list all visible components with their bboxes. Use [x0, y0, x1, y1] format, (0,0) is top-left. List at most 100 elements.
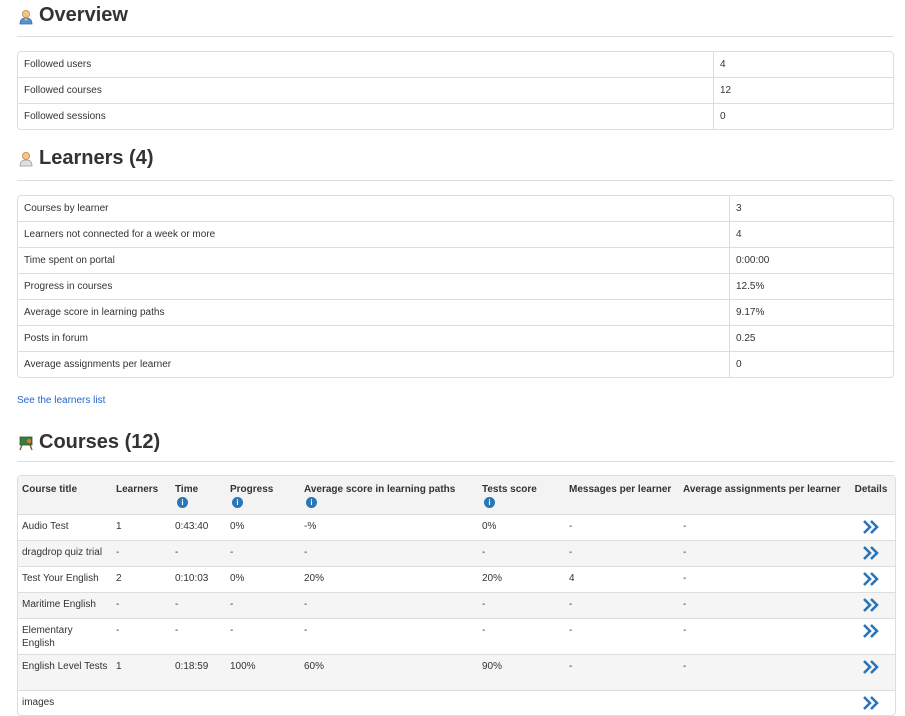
- double-chevron-right-icon[interactable]: [862, 519, 880, 535]
- learners-count: 1: [112, 654, 171, 690]
- info-icon[interactable]: i: [306, 497, 317, 508]
- overview-title: Overview: [39, 4, 128, 26]
- messages-header: Messages per learner: [565, 476, 679, 515]
- time-header: Time i: [171, 476, 226, 515]
- time-spent: 0:43:40: [175, 521, 209, 532]
- user-icon: [18, 9, 34, 25]
- stat-label: Average assignments per learner: [18, 351, 729, 377]
- tests-score: 20%: [478, 566, 565, 592]
- learners-count: 2: [112, 566, 171, 592]
- stat-value: 0: [729, 351, 893, 377]
- stat-label: Average score in learning paths: [18, 299, 729, 325]
- user-icon: [18, 151, 34, 167]
- stat-row: Courses by learner 3: [18, 196, 893, 221]
- double-chevron-right-icon[interactable]: [862, 623, 880, 639]
- avg-score: -: [300, 618, 478, 654]
- column-header-label: Progress: [230, 484, 274, 495]
- progress: -: [226, 592, 300, 618]
- info-icon[interactable]: i: [232, 497, 243, 508]
- assignments-per-learner: [679, 690, 847, 715]
- learners-title: Learners (4): [39, 147, 154, 169]
- course-title: Test Your English: [18, 566, 112, 592]
- tests-score: -: [478, 618, 565, 654]
- assignments-per-learner: -: [679, 566, 847, 592]
- stat-label: Followed users: [24, 59, 92, 70]
- column-header-label: Learners: [116, 484, 159, 495]
- stat-label: Progress in courses: [18, 273, 729, 299]
- details-cell: [847, 592, 895, 618]
- column-header-label: Details: [854, 484, 888, 495]
- stat-row: Time spent on portal 0:00:00: [18, 247, 893, 273]
- tests-score: 0%: [482, 521, 497, 532]
- column-header-label: Time: [175, 484, 199, 495]
- column-header-label: Average assignments per learner: [683, 484, 841, 495]
- learners-count: -: [112, 540, 171, 566]
- stat-row: Average score in learning paths 9.17%: [18, 299, 893, 325]
- avg-score: -: [300, 592, 478, 618]
- stat-value: 4: [729, 221, 893, 247]
- progress: 100%: [226, 654, 300, 690]
- learners-count: 1: [116, 521, 122, 532]
- learners-header-col: Learners: [112, 476, 171, 515]
- avg-score: -: [300, 540, 478, 566]
- messages-per-learner: [565, 690, 679, 715]
- double-chevron-right-icon[interactable]: [862, 659, 880, 675]
- tests-score: [478, 690, 565, 715]
- table-row: English Level Tests 1 0:18:59 100% 60% 90% - -: [18, 654, 895, 690]
- assignments-per-learner: -: [683, 521, 687, 532]
- messages-per-learner: 4: [565, 566, 679, 592]
- messages-per-learner: -: [565, 592, 679, 618]
- messages-per-learner: -: [565, 540, 679, 566]
- assignments-per-learner: -: [679, 618, 847, 654]
- course-title: English Level Tests: [18, 654, 112, 690]
- double-chevron-right-icon[interactable]: [862, 571, 880, 587]
- course-title: Audio Test: [22, 521, 69, 532]
- avg-score: [300, 690, 478, 715]
- double-chevron-right-icon[interactable]: [862, 695, 880, 711]
- progress-header: Progress i: [226, 476, 300, 515]
- double-chevron-right-icon[interactable]: [862, 545, 880, 561]
- progress: 0%: [230, 521, 245, 532]
- stat-row: Average assignments per learner 0: [18, 351, 893, 377]
- course-title: Maritime English: [18, 592, 112, 618]
- tests-score: -: [478, 592, 565, 618]
- course-title: dragdrop quiz trial: [18, 540, 112, 566]
- progress: [226, 690, 300, 715]
- info-icon[interactable]: i: [484, 497, 495, 508]
- stat-label: Posts in forum: [18, 325, 729, 351]
- details-cell: [847, 654, 895, 690]
- learners-count: -: [112, 592, 171, 618]
- avg-score: 20%: [300, 566, 478, 592]
- messages-per-learner: -: [569, 521, 573, 532]
- stat-row: Followed courses 12: [18, 77, 893, 103]
- course-title: images: [18, 690, 112, 715]
- info-icon[interactable]: i: [177, 497, 188, 508]
- assignments-per-learner: -: [679, 540, 847, 566]
- stat-value: 12.5%: [729, 273, 893, 299]
- time-spent: 0:18:59: [171, 654, 226, 690]
- details-cell: [847, 540, 895, 566]
- courses-title: Courses (12): [39, 431, 161, 453]
- learners-header: Learners (4): [17, 144, 894, 181]
- learners-count: -: [112, 618, 171, 654]
- stat-value: 0.25: [729, 325, 893, 351]
- table-row: Elementary English - - - - - - -: [18, 618, 895, 654]
- tests-score-header: Tests score i: [478, 476, 565, 515]
- table-row: Maritime English - - - - - - -: [18, 592, 895, 618]
- time-spent: -: [171, 540, 226, 566]
- table-row: Audio Test 1 0:43:40 0% -% 0% - -: [18, 515, 895, 540]
- see-learners-list-link[interactable]: See the learners list: [17, 395, 105, 406]
- time-spent: [171, 690, 226, 715]
- stat-value: 3: [729, 196, 893, 221]
- double-chevron-right-icon[interactable]: [862, 597, 880, 613]
- messages-per-learner: -: [565, 618, 679, 654]
- tests-score: -: [478, 540, 565, 566]
- column-header-label: Messages per learner: [569, 484, 672, 495]
- stat-value: 0:00:00: [729, 247, 893, 273]
- stat-row: Followed sessions 0: [18, 103, 893, 129]
- avg-score-header: Average score in learning paths i: [300, 476, 478, 515]
- course-icon: [18, 435, 34, 451]
- details-cell: [847, 618, 895, 654]
- stat-value: 12: [713, 77, 893, 103]
- learners-count: [112, 690, 171, 715]
